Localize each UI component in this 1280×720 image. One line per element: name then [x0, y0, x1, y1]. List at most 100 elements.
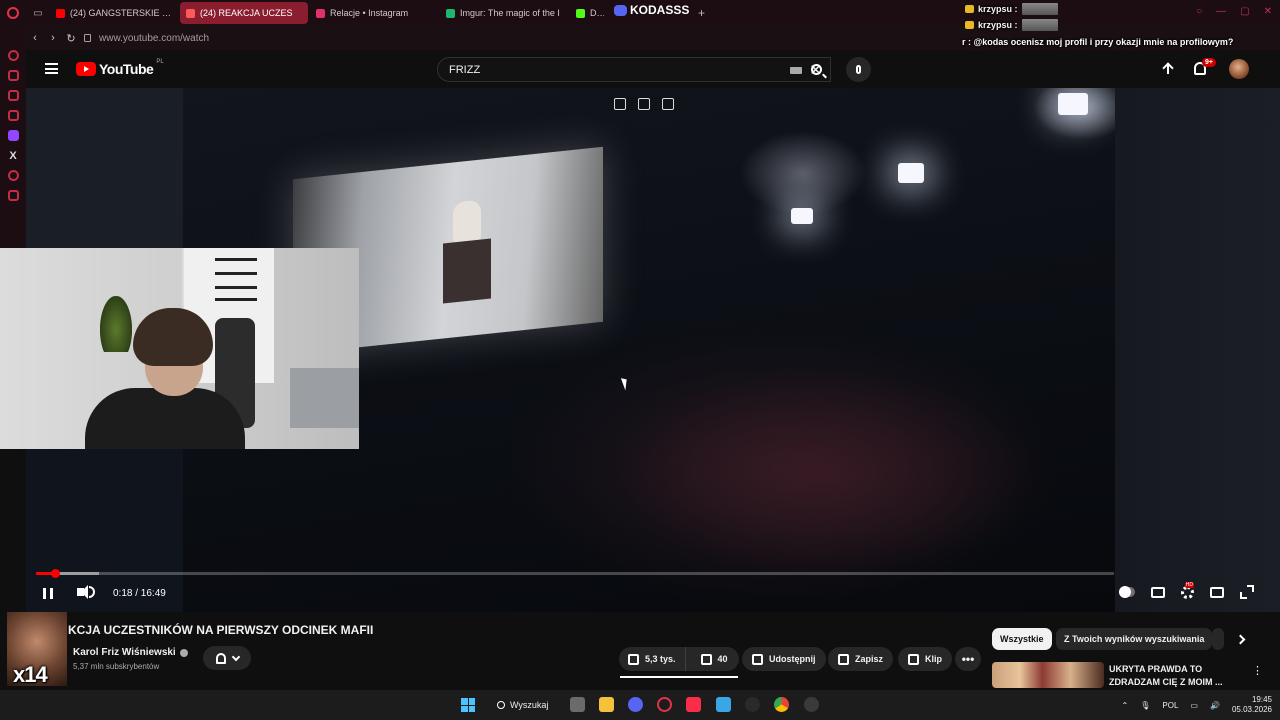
like-button[interactable]: 5,3 tys. [619, 647, 686, 671]
forward-icon[interactable]: › [44, 32, 62, 44]
tab-instagram[interactable]: Relacje • Instagram [310, 2, 438, 24]
chrome-icon[interactable] [774, 697, 789, 712]
wall-light [1058, 93, 1088, 115]
steam-icon[interactable] [745, 697, 760, 712]
instagram-icon[interactable] [7, 110, 19, 121]
clip-label: Klip [925, 654, 942, 664]
subscribed-button[interactable] [203, 646, 251, 670]
save-button[interactable]: Zapisz [828, 647, 894, 671]
skip-icon[interactable] [662, 98, 674, 110]
music-app-icon[interactable] [686, 697, 701, 712]
wallet-icon[interactable] [7, 70, 19, 81]
system-tray: ⌃ 🎙 POL ▭ 🔊 19:45 05.03.2026 [1122, 690, 1280, 720]
tab-imgur[interactable]: Imgur: The magic of the I [440, 2, 568, 24]
tab-label: (24) GANGSTERSKIE PORA [70, 8, 172, 18]
clock-time: 19:45 [1251, 695, 1272, 704]
country-code: PL [156, 59, 164, 65]
task-view-icon[interactable] [570, 697, 585, 712]
dislike-button[interactable]: 40 [692, 647, 737, 671]
tab-label: Relacje • Instagram [330, 8, 409, 18]
progress-bar[interactable] [36, 572, 1114, 575]
clock[interactable]: 19:45 05.03.2026 [1232, 695, 1272, 715]
theater-mode-icon[interactable] [1210, 586, 1224, 598]
wall-light [791, 208, 813, 224]
chat-message: r : @kodas ocenisz moj profil i przy oka… [962, 37, 1234, 47]
like-count: 5,3 tys. [645, 654, 676, 664]
crown-badge-icon [965, 21, 974, 29]
discord-icon[interactable] [628, 697, 643, 712]
twitch-icon[interactable] [7, 130, 19, 141]
recommendation-thumbnail[interactable] [992, 662, 1104, 688]
search-icon [810, 64, 822, 75]
opera-icon[interactable] [657, 697, 672, 712]
subtitles-icon[interactable] [1151, 586, 1165, 598]
opera-sidebar: X [0, 26, 26, 248]
windows-start-icon[interactable] [461, 698, 475, 712]
picture-in-picture-icon[interactable] [638, 98, 650, 110]
search-input[interactable]: FRIZZ ✕ [437, 57, 831, 82]
tab-kick[interactable]: Dajczm [570, 2, 610, 24]
settings-icon[interactable] [7, 190, 19, 201]
reload-icon[interactable]: ↻ [62, 32, 80, 45]
recommendation-title[interactable]: UKRYTA PRAWDA TO ZDRADZAM CIĘ Z MOIM ... [1109, 663, 1239, 689]
opera-logo-icon[interactable] [0, 0, 26, 26]
tab-reakcja[interactable]: (24) REAKCJA UCZES [180, 2, 308, 24]
youtube-logo[interactable]: YouTube PL [76, 59, 164, 77]
language-indicator[interactable]: POL [1162, 701, 1178, 710]
miniplayer-icon[interactable] [614, 98, 626, 110]
close-icon[interactable]: ✕ [1264, 6, 1272, 17]
player-controls: 0:18 / 16:49 HD [26, 580, 1280, 608]
search-button[interactable] [796, 57, 836, 82]
tab-gangsterskie[interactable]: (24) GANGSTERSKIE PORA [50, 2, 178, 24]
search-value: FRIZZ [449, 63, 481, 76]
imgur-icon [446, 8, 455, 18]
messenger-icon[interactable] [7, 90, 19, 101]
microphone-icon[interactable]: 🎙 [1140, 701, 1150, 710]
speaker-icon[interactable]: 🔊 [1210, 701, 1220, 710]
create-upload-icon[interactable] [1161, 62, 1175, 76]
network-icon[interactable]: ▭ [1190, 701, 1198, 710]
taskbar-search[interactable]: Wyszukaj [491, 696, 554, 714]
url-field[interactable]: www.youtube.com/watch [99, 33, 209, 44]
video-info: KCJA UCZESTNIKÓW NA PIERWSZY ODCINEK MAF… [0, 612, 1280, 690]
door-panel-line [215, 272, 257, 275]
menu-icon[interactable] [45, 63, 58, 74]
crown-badge-icon [965, 5, 974, 13]
door-panel-line [215, 286, 257, 289]
chevron-right-icon[interactable] [1235, 634, 1246, 645]
chevron-up-icon[interactable]: ⌃ [1122, 701, 1129, 710]
pause-icon[interactable] [43, 588, 53, 599]
lock-icon [84, 34, 91, 42]
x-twitter-icon[interactable]: X [8, 150, 19, 162]
history-icon[interactable] [7, 50, 19, 61]
chat-line: krzypsu : [963, 1, 1252, 17]
avatar[interactable] [1229, 59, 1249, 79]
dislike-count: 40 [717, 654, 728, 664]
screen-figure [453, 199, 481, 243]
player-icon[interactable] [7, 170, 19, 181]
obs-icon[interactable] [804, 697, 819, 712]
clip-button[interactable]: Klip [898, 647, 952, 671]
notepad-icon[interactable] [716, 697, 731, 712]
fullscreen-icon[interactable] [1240, 585, 1254, 599]
voice-search-button[interactable] [846, 57, 871, 82]
chip-from-search[interactable]: Z Twoich wyników wyszukiwania [1056, 628, 1213, 650]
channel-name[interactable]: Karol Friz Wiśniewski [73, 647, 188, 658]
autoplay-toggle[interactable] [1119, 586, 1135, 598]
new-tab-icon[interactable]: + [698, 6, 705, 20]
more-actions-button[interactable]: ••• [955, 647, 981, 671]
recommendation-title-line: ZDRADZAM CIĘ Z MOIM ... [1109, 677, 1223, 687]
bookmark-icon [838, 653, 849, 665]
kick-icon [576, 8, 585, 18]
chip-next-partial[interactable] [1212, 628, 1224, 650]
back-icon[interactable]: ‹ [26, 32, 44, 44]
youtube-icon [186, 8, 195, 18]
file-explorer-icon[interactable] [599, 697, 614, 712]
share-button[interactable]: Udostępnij [742, 647, 826, 671]
taskbar-search-label: Wyszukaj [510, 700, 549, 710]
volume-icon[interactable] [77, 585, 88, 599]
workspaces-icon[interactable]: ▭ [26, 0, 50, 26]
verified-icon [179, 648, 188, 657]
kebab-menu-icon[interactable]: ⋮ [1252, 664, 1263, 677]
chip-all[interactable]: Wszystkie [992, 628, 1052, 650]
